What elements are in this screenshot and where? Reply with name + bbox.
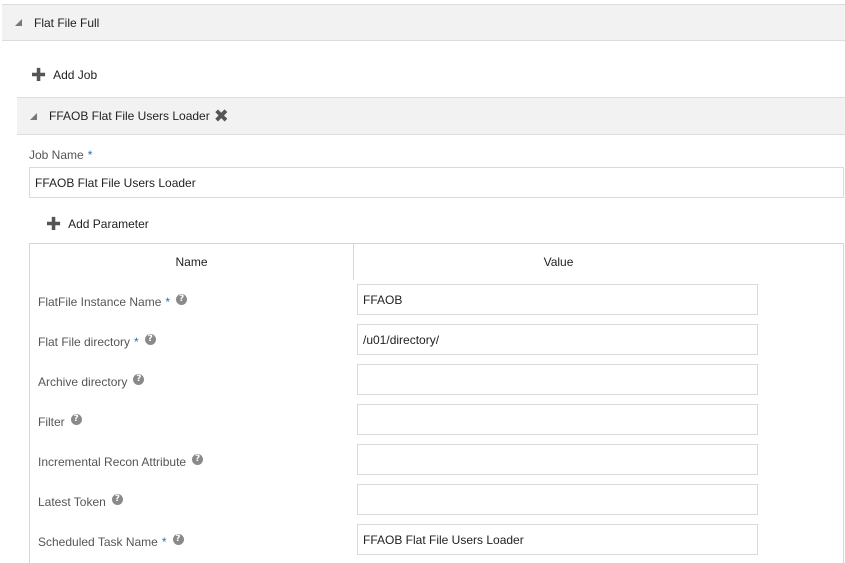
parameter-label-text: Scheduled Task Name: [38, 535, 158, 549]
parameter-label-text: Incremental Recon Attribute: [38, 455, 187, 469]
table-row: Flat File directory *?: [30, 322, 843, 362]
collapse-triangle-icon[interactable]: [30, 112, 37, 120]
parameter-label-text: Archive directory: [38, 375, 128, 389]
parameter-table: Name Value FlatFile Instance Name*?Flat …: [29, 243, 844, 563]
parameter-value-input[interactable]: [357, 524, 758, 555]
required-indicator: *: [87, 148, 93, 162]
add-job-button[interactable]: ✚ Add Job: [31, 66, 97, 84]
help-icon[interactable]: ?: [176, 293, 188, 305]
plus-icon: ✚: [46, 214, 62, 234]
table-row: Scheduled Task Name *?: [30, 522, 843, 562]
job-name-input[interactable]: [29, 167, 844, 198]
help-icon[interactable]: ?: [111, 493, 123, 505]
parameter-label-text: Filter: [38, 415, 65, 429]
parameter-label-text: Flat File directory: [38, 335, 131, 349]
section-header-flat-file-full[interactable]: Flat File Full: [2, 4, 845, 41]
parameter-name: FlatFile Instance Name *?: [38, 282, 188, 322]
required-indicator: *: [134, 335, 139, 349]
help-icon[interactable]: ?: [133, 373, 145, 385]
parameter-label-text: FlatFile Instance Name: [38, 295, 162, 309]
table-row: Latest Token?: [30, 482, 843, 522]
parameter-value-input[interactable]: [357, 444, 758, 475]
job-name-label: Job Name *: [29, 148, 93, 162]
section-title: Flat File Full: [34, 15, 100, 30]
parameter-value-input[interactable]: [357, 284, 758, 315]
remove-job-close-icon[interactable]: ✖: [214, 107, 229, 125]
parameter-name: Archive directory?: [38, 362, 145, 402]
table-row: Filter?: [30, 402, 843, 442]
required-indicator: *: [165, 295, 171, 309]
add-parameter-label: Add Parameter: [68, 217, 149, 231]
parameter-name: Filter?: [38, 402, 82, 442]
collapse-triangle-icon[interactable]: [15, 19, 22, 26]
help-icon[interactable]: ?: [172, 533, 184, 545]
table-row: FlatFile Instance Name *?: [30, 282, 843, 322]
parameter-name: Latest Token?: [38, 482, 123, 522]
required-indicator: *: [161, 535, 167, 549]
parameter-value-input[interactable]: [357, 484, 758, 515]
parameter-name: Flat File directory *?: [38, 322, 156, 362]
add-job-label: Add Job: [53, 68, 98, 82]
help-icon[interactable]: ?: [70, 413, 82, 425]
job-header-title: FFAOB Flat File Users Loader: [49, 109, 210, 123]
table-row: Archive directory?: [30, 362, 843, 402]
job-header[interactable]: FFAOB Flat File Users Loader ✖: [17, 97, 845, 135]
parameter-name: Incremental Recon Attribute?: [38, 442, 204, 482]
add-parameter-button[interactable]: ✚ Add Parameter: [46, 215, 149, 233]
parameter-value-input[interactable]: [357, 404, 758, 435]
help-icon[interactable]: ?: [192, 453, 204, 465]
column-header-name[interactable]: Name: [30, 244, 353, 280]
table-row: Incremental Recon Attribute?: [30, 442, 843, 482]
parameter-value-input[interactable]: [357, 324, 758, 355]
parameter-name: Scheduled Task Name *?: [38, 522, 184, 562]
help-icon[interactable]: ?: [144, 333, 156, 345]
column-header-value[interactable]: Value: [354, 244, 763, 280]
plus-icon: ✚: [31, 65, 47, 85]
parameter-label-text: Latest Token: [38, 495, 106, 509]
parameter-value-input[interactable]: [357, 364, 758, 395]
